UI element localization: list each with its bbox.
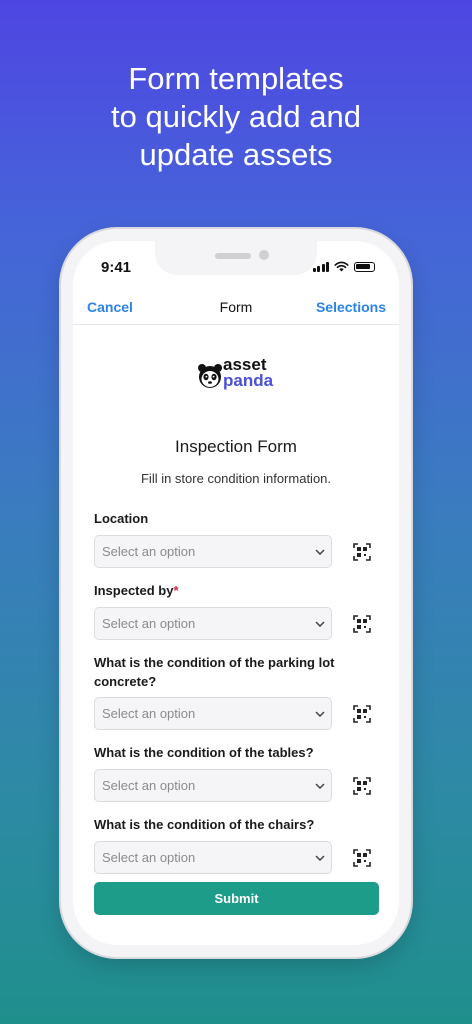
chevron-down-icon <box>309 769 331 802</box>
select-placeholder: Select an option <box>102 850 196 865</box>
battery-icon <box>354 261 375 272</box>
nav-bar: Cancel Form Selections <box>73 287 399 325</box>
chairs-condition-select[interactable]: Select an option <box>94 841 332 874</box>
camera <box>259 250 269 260</box>
selections-button[interactable]: Selections <box>316 299 386 315</box>
chevron-down-icon <box>309 535 331 568</box>
status-icons <box>312 261 375 272</box>
panda-icon <box>198 364 222 388</box>
qr-scan-icon[interactable] <box>353 777 371 795</box>
speaker <box>215 253 251 259</box>
logo-word-panda: panda <box>223 371 274 390</box>
field-label-inspected-by: Inspected by* <box>94 583 179 598</box>
phone-screen: 9:41 Cancel Form Selections asset panda … <box>73 241 399 945</box>
select-placeholder: Select an option <box>102 616 196 631</box>
parking-lot-condition-select[interactable]: Select an option <box>94 697 332 730</box>
headline: Form templates to quickly add and update… <box>0 60 472 174</box>
headline-line-3: update assets <box>139 137 333 172</box>
wifi-icon <box>334 261 349 272</box>
select-placeholder: Select an option <box>102 778 196 793</box>
phone-frame: 9:41 Cancel Form Selections asset panda … <box>61 229 411 957</box>
cellular-signal-icon <box>312 261 329 272</box>
notch <box>155 241 317 275</box>
location-select[interactable]: Select an option <box>94 535 332 568</box>
field-label-location: Location <box>94 511 149 526</box>
chevron-down-icon <box>309 607 331 640</box>
field-label-parking-lot: What is the condition of the parking lot… <box>94 655 335 689</box>
status-time: 9:41 <box>101 259 132 276</box>
headline-line-2: to quickly add and <box>111 99 361 134</box>
qr-scan-icon[interactable] <box>353 705 371 723</box>
qr-scan-icon[interactable] <box>353 615 371 633</box>
submit-button[interactable]: Submit <box>94 882 379 915</box>
required-asterisk: * <box>173 583 179 598</box>
select-placeholder: Select an option <box>102 706 196 721</box>
qr-scan-icon[interactable] <box>353 849 371 867</box>
chevron-down-icon <box>309 697 331 730</box>
qr-scan-icon[interactable] <box>353 543 371 561</box>
field-label-tables: What is the condition of the tables? <box>94 745 314 760</box>
tables-condition-select[interactable]: Select an option <box>94 769 332 802</box>
inspected-by-select[interactable]: Select an option <box>94 607 332 640</box>
select-placeholder: Select an option <box>102 544 196 559</box>
form-description: Fill in store condition information. <box>140 471 332 486</box>
headline-line-1: Form templates <box>128 61 344 96</box>
form-title: Inspection Form <box>175 437 297 456</box>
logo-wordmark: asset panda <box>223 356 274 390</box>
chevron-down-icon <box>309 841 331 874</box>
asset-panda-logo: asset panda <box>197 356 279 393</box>
field-label-chairs: What is the condition of the chairs? <box>94 817 315 832</box>
